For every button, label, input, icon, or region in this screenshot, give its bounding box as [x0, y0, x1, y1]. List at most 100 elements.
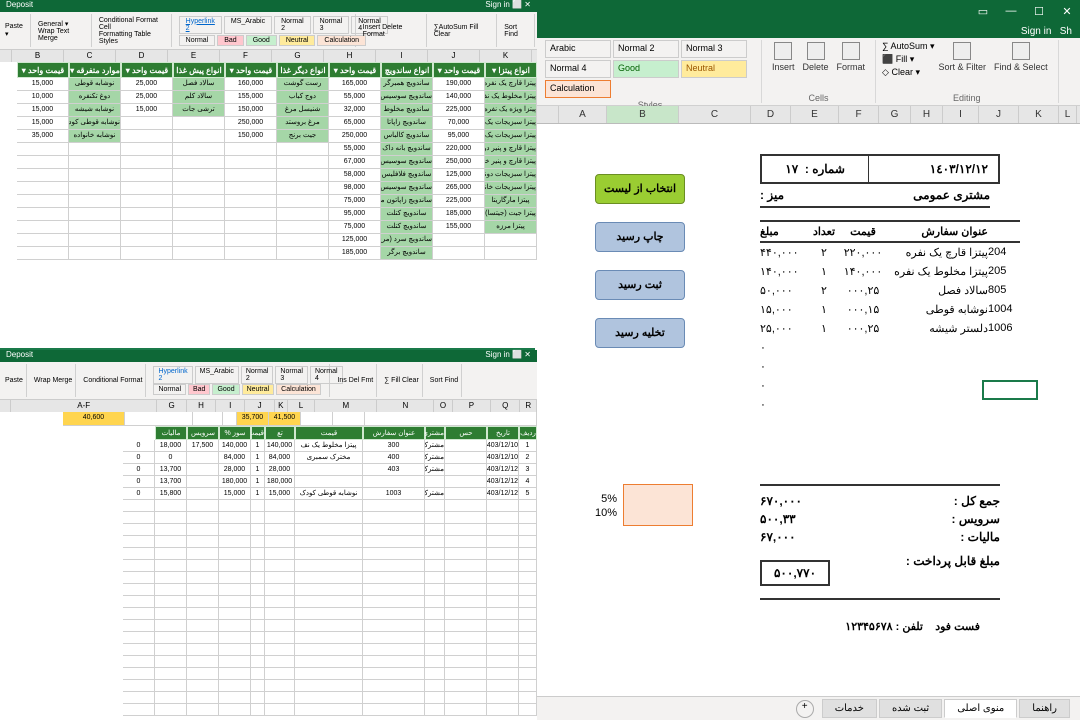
style-calc[interactable]: Calculation — [545, 80, 611, 98]
tl-header: انواع دیگر غذا ▾ — [277, 62, 329, 78]
cells-label: Cells — [768, 91, 869, 103]
receipt-header: ١٤٠٣/١٢/١٢ شماره : ١٧ — [760, 154, 1000, 184]
column-headers: A B C D E F G H I J K L — [535, 106, 1080, 124]
format-icon — [842, 42, 860, 60]
tab-saved[interactable]: ثبت شده — [879, 699, 942, 718]
receipt-date: ١٤٠٣/١٢/١٢ — [868, 156, 998, 182]
pay-label: مبلغ قابل پرداخت : — [906, 554, 1000, 586]
bl-row: 31403/12/12مشترک عمومی40328,000128,00013… — [0, 464, 537, 476]
tl-row: پیتزا سبزیجات یک نفره95,000ساندویچ کالبا… — [0, 130, 537, 143]
worksheet[interactable]: ١٤٠٣/١٢/١٢ شماره : ١٧ مشتری عمومی میز : … — [535, 124, 1080, 696]
share-button[interactable]: Sh — [1060, 26, 1072, 37]
col-G[interactable]: G — [879, 106, 911, 123]
tab-main-menu[interactable]: منوی اصلی — [944, 699, 1017, 718]
col-H[interactable]: H — [911, 106, 943, 123]
service-label: سرویس : — [952, 512, 1000, 526]
tax-val: ۶٧,٠٠٠ — [760, 530, 796, 544]
style-good[interactable]: Good — [613, 60, 679, 78]
tl-row: پیتزا جیت (جیتسا)185,000ساندویچ کتلت95,0… — [0, 208, 537, 221]
signin-bar: Sign in Sh — [535, 24, 1080, 38]
add-sheet-button[interactable]: + — [796, 700, 814, 718]
fill-button[interactable]: ⬛ Fill ▾ — [882, 53, 934, 66]
phone-label: تلفن : — [896, 621, 923, 633]
col-A[interactable]: A — [559, 106, 607, 123]
minimize-icon[interactable]: ▭ — [976, 5, 990, 19]
find-button[interactable]: Find & Select — [990, 40, 1052, 79]
close-icon[interactable]: ✕ — [1060, 5, 1074, 19]
col-D[interactable]: D — [751, 106, 791, 123]
minimize-icon[interactable]: — — [1004, 5, 1018, 19]
bl-header: مشتری — [425, 426, 445, 440]
save-receipt-button[interactable]: ثبت رسید — [595, 270, 685, 300]
bl-header: سرویس — [187, 426, 219, 440]
bl-titlebar: DepositSign in ⬜ ✕ — [0, 350, 537, 362]
autosum-button[interactable]: ∑ AutoSum ▾ — [882, 40, 934, 53]
tl-row: پیتزا سبزیجات یک نفره70,000ساندویچ زاپات… — [0, 117, 537, 130]
editing-label: Editing — [882, 91, 1052, 103]
col-L[interactable]: L — [1059, 106, 1077, 123]
tl-ribbon: Paste ▾ General ▾Wrap Text Merge Conditi… — [0, 12, 537, 50]
bl-row: 51403/12/12مشترک عمومی1003نوشابه قوطی کو… — [0, 488, 537, 500]
tl-header: انواع پیش غذا ▾ — [173, 62, 225, 78]
style-normal3[interactable]: Normal 3 — [681, 40, 747, 58]
sheet-tabs: راهنما منوی اصلی ثبت شده خدمات + — [535, 696, 1080, 720]
service-val: ٣٣,۵٠٠ — [760, 512, 796, 526]
maximize-icon[interactable]: ☐ — [1032, 5, 1046, 19]
style-arabic[interactable]: Arabic — [545, 40, 611, 58]
tab-help[interactable]: راهنما — [1019, 699, 1070, 718]
bl-header: تاریخ — [487, 426, 519, 440]
bl-header: سوز % — [219, 426, 251, 440]
tab-services[interactable]: خدمات — [822, 699, 877, 718]
format-button[interactable]: Format — [833, 40, 870, 74]
style-normal4[interactable]: Normal 4 — [545, 60, 611, 78]
insert-button[interactable]: Insert — [768, 40, 799, 74]
sum-label: جمع کل : — [954, 494, 1000, 508]
order-row: 805سالاد فصل ٢۵,٠٠٠٢۵٠,٠٠٠ — [760, 281, 1020, 300]
sum-val: ۶٧٠,٠٠٠ — [760, 494, 802, 508]
delete-button[interactable]: Delete — [799, 40, 833, 74]
tl-header: قیمت واحد ▾ — [121, 62, 173, 78]
col-I[interactable]: I — [943, 106, 979, 123]
receipt-num-label: شماره : — [805, 162, 845, 176]
tl-titlebar: DepositSign in ⬜ ✕ — [0, 0, 537, 12]
tl-row: پیتزا سبزیجات خانواده265,000ساندویچ سوسی… — [0, 182, 537, 195]
tl-grid[interactable]: انواع پیتزا ▾قیمت واحد ▾انواع ساندویچ ▾ق… — [0, 62, 537, 342]
active-cell[interactable] — [982, 380, 1038, 400]
col-J[interactable]: J — [979, 106, 1019, 123]
col-F[interactable]: F — [839, 106, 879, 123]
style-normal2[interactable]: Normal 2 — [613, 40, 679, 58]
pay-val: ٧٧٠,۵٠٠ — [760, 560, 830, 586]
order-row: 1006دلستر شیشه ٢۵,٠٠٠١٢۵,٠٠٠ — [760, 319, 1020, 338]
select-from-list-button[interactable]: انتخاب از لیست — [595, 174, 685, 204]
delete-icon — [807, 42, 825, 60]
tl-row: پیتزا قارچ یک نفره190,000ساندویچ همبرگر1… — [0, 78, 537, 91]
pct-10: 10% — [595, 507, 617, 519]
order-row: 1004نوشابه قوطی ١۵,٠٠٠١١۵,٠٠٠ — [760, 300, 1020, 319]
pct-box[interactable] — [623, 484, 693, 526]
tl-row: پیتزا قارچ و پنیر دونفره220,000ساندویچ ب… — [0, 143, 537, 156]
tl-header: انواع ساندویچ ▾ — [381, 62, 433, 78]
bl-grid[interactable]: 41,500 35,700 40,600 ردیفتاریخحسمشتریعنو… — [0, 412, 537, 716]
th-qty: تعداد — [810, 225, 838, 238]
style-neutral[interactable]: Neutral — [681, 60, 747, 78]
bl-row: 21403/12/10مشترک عمومی400مخترک سمبری84,0… — [0, 452, 537, 464]
print-receipt-button[interactable]: چاپ رسید — [595, 222, 685, 252]
botleft-window: DepositSign in ⬜ ✕ PasteWrap MergeCondit… — [0, 350, 537, 720]
tl-row: پیتزا قارچ و پنیر خانواده250,000ساندویچ … — [0, 156, 537, 169]
col-K[interactable]: K — [1019, 106, 1059, 123]
styles-gallery[interactable]: Arabic Normal 2 Normal 3 Normal 4 Good N… — [545, 40, 755, 98]
col-B[interactable]: B — [607, 106, 679, 123]
col-E[interactable]: E — [791, 106, 839, 123]
col-C[interactable]: C — [679, 106, 751, 123]
phone-val: ١٢٣۴۵۶٧٨ — [845, 621, 892, 633]
signin-link[interactable]: Sign in — [1021, 26, 1052, 37]
clear-receipt-button[interactable]: تخلیه رسید — [595, 318, 685, 348]
titlebar: ▭ — ☐ ✕ — [535, 0, 1080, 24]
bl-header: ردیف — [519, 426, 537, 440]
order-row: 204پیتزا قارچ یک نفره ٢٢٠,٠٠٠٢۴۴٠,٠٠٠ — [760, 243, 1020, 262]
tl-row: پیتزا مخلوط یک نفره140,000ساندویچ سوسیس5… — [0, 91, 537, 104]
sort-button[interactable]: Sort & Filter — [935, 40, 991, 79]
tl-row: پیتزا سبزیجات دونفره125,000ساندویچ فلافل… — [0, 169, 537, 182]
clear-button[interactable]: ◇ Clear ▾ — [882, 66, 934, 79]
bl-col-headers: A-F GHIJKLMNOPQR — [0, 400, 537, 412]
